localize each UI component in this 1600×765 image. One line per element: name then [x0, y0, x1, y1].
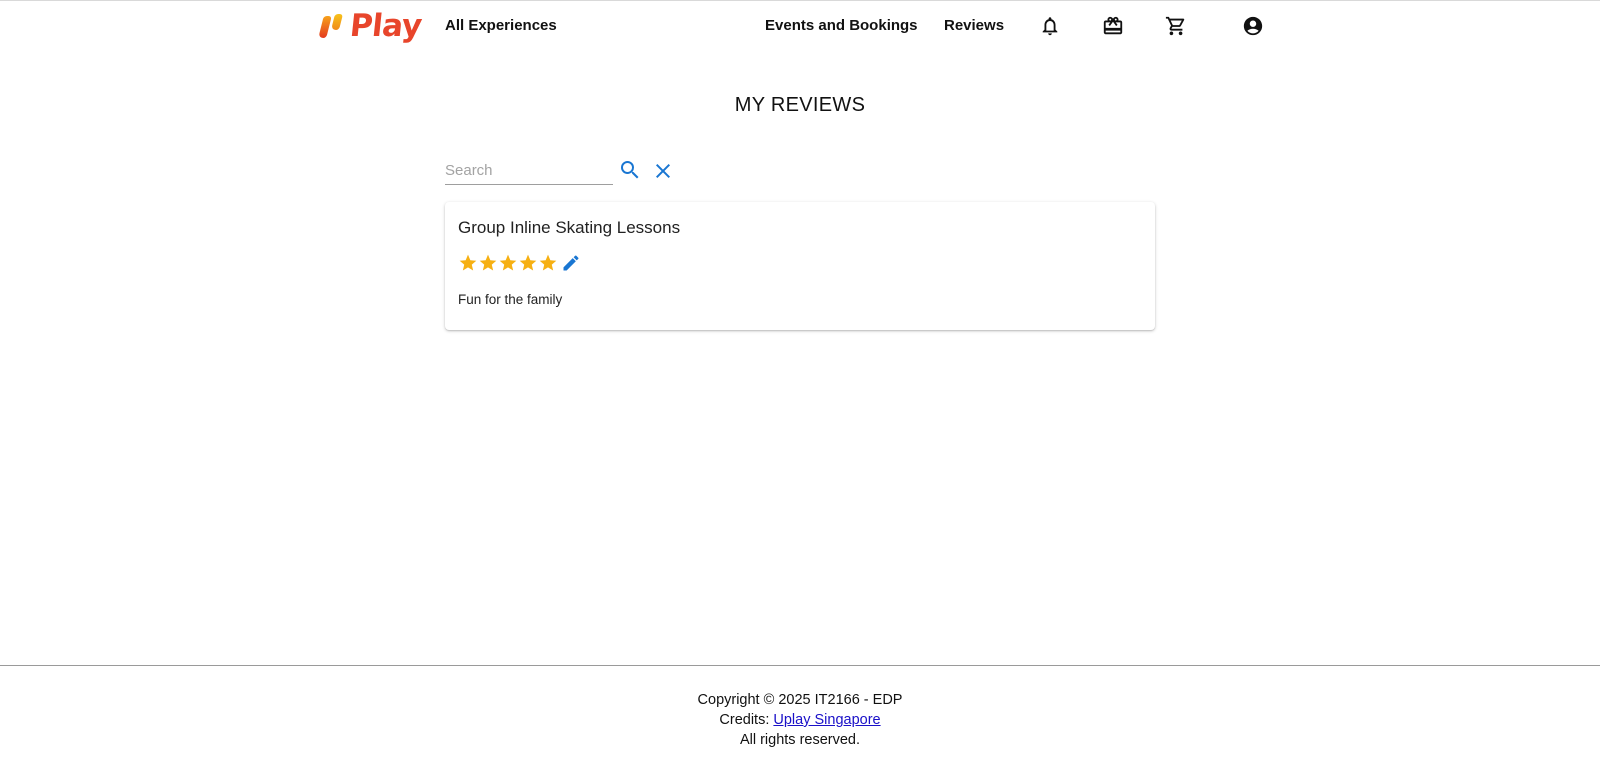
review-title: Group Inline Skating Lessons: [458, 218, 681, 237]
edit-pencil-icon[interactable]: [561, 253, 581, 273]
rights-text: All rights reserved.: [739, 732, 861, 748]
star-icon: [539, 254, 557, 271]
footer-divider: [0, 665, 1600, 666]
star-icon: [519, 254, 537, 271]
nav-all-experiences[interactable]: All Experiences: [445, 17, 557, 34]
clear-search-icon[interactable]: [651, 159, 675, 183]
account-icon[interactable]: [1242, 15, 1264, 37]
credits-line: Credits: Uplay Singapore: [0, 710, 1600, 730]
top-navbar: Play All Experiences Events and Bookings…: [0, 0, 1600, 56]
star-icon: [459, 254, 477, 271]
credits-link[interactable]: Uplay Singapore: [773, 712, 880, 728]
cart-icon[interactable]: [1165, 15, 1187, 37]
nav-events-and-bookings[interactable]: Events and Bookings: [765, 17, 918, 34]
uplay-logo-mark-icon: [318, 10, 346, 42]
star-icon: [499, 254, 517, 271]
copyright-text: Copyright © 2025 IT2166 - EDP: [697, 692, 903, 708]
review-text: Fun for the family: [458, 292, 563, 307]
review-card: Group Inline Skating Lessons Fun for the…: [445, 202, 1155, 330]
logo-text: Play: [348, 8, 424, 44]
gift-card-icon[interactable]: [1102, 15, 1124, 37]
star-rating: [458, 253, 558, 273]
search-field[interactable]: [445, 158, 613, 185]
nav-reviews[interactable]: Reviews: [944, 17, 1004, 34]
uplay-logo[interactable]: Play: [318, 6, 424, 46]
search-icon[interactable]: [618, 158, 642, 182]
credits-label: Credits:: [719, 712, 774, 728]
page-title: MY REVIEWS: [734, 94, 866, 116]
bell-icon[interactable]: [1039, 15, 1061, 37]
star-icon: [479, 254, 497, 271]
search-input[interactable]: [445, 158, 605, 182]
footer: Copyright © 2025 IT2166 - EDP Credits: U…: [0, 690, 1600, 750]
